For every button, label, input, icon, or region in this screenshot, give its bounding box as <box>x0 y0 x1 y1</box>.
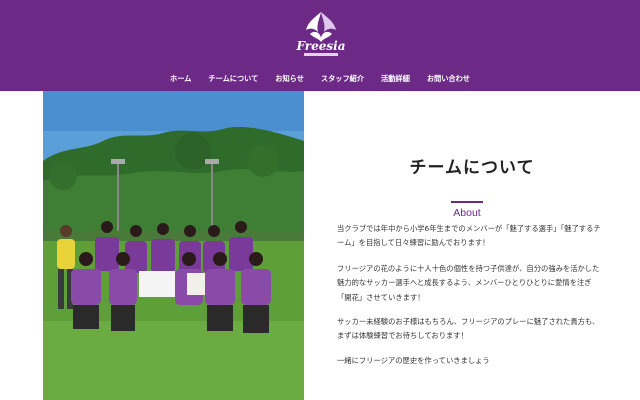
nav-item-staff[interactable]: スタッフ紹介 <box>321 72 364 86</box>
about-section: チームについて About 当クラブでは年中から小学6年生までのメンバーが「魅了… <box>304 91 640 400</box>
site-header: Freesia ホーム チームについて お知らせ スタッフ紹介 活動詳細 お問い… <box>0 0 640 91</box>
title-underline <box>451 201 483 203</box>
team-photo <box>43 91 304 400</box>
nav-item-about[interactable]: チームについて <box>208 72 258 86</box>
about-paragraph-2: フリージアの花のように十人十色の個性を持つ子供達が、自分の強みを活かした魅力的な… <box>337 264 600 302</box>
section-subtitle: About <box>453 207 481 219</box>
about-paragraph-4: 一緒にフリージアの歴史を作っていきましょう <box>337 356 490 365</box>
about-paragraph-3: サッカー未経験のお子様はもちろん、フリージアのプレーに魅了された貴方も、まずは体… <box>337 317 600 341</box>
nav-item-home[interactable]: ホーム <box>170 72 191 86</box>
nav-item-news[interactable]: お知らせ <box>275 72 304 86</box>
club-crest-logo[interactable]: Freesia <box>296 8 346 60</box>
svg-text:Freesia: Freesia <box>296 39 346 53</box>
about-paragraph-1: 当クラブでは年中から小学6年生までのメンバーが「魅了する選手」「魅了するチーム」… <box>337 224 601 248</box>
nav-item-activities[interactable]: 活動詳細 <box>381 72 410 86</box>
nav-item-contact[interactable]: お問い合わせ <box>427 72 470 86</box>
main-nav: ホーム チームについて お知らせ スタッフ紹介 活動詳細 お問い合わせ <box>0 72 640 86</box>
section-title: チームについて <box>409 158 535 178</box>
